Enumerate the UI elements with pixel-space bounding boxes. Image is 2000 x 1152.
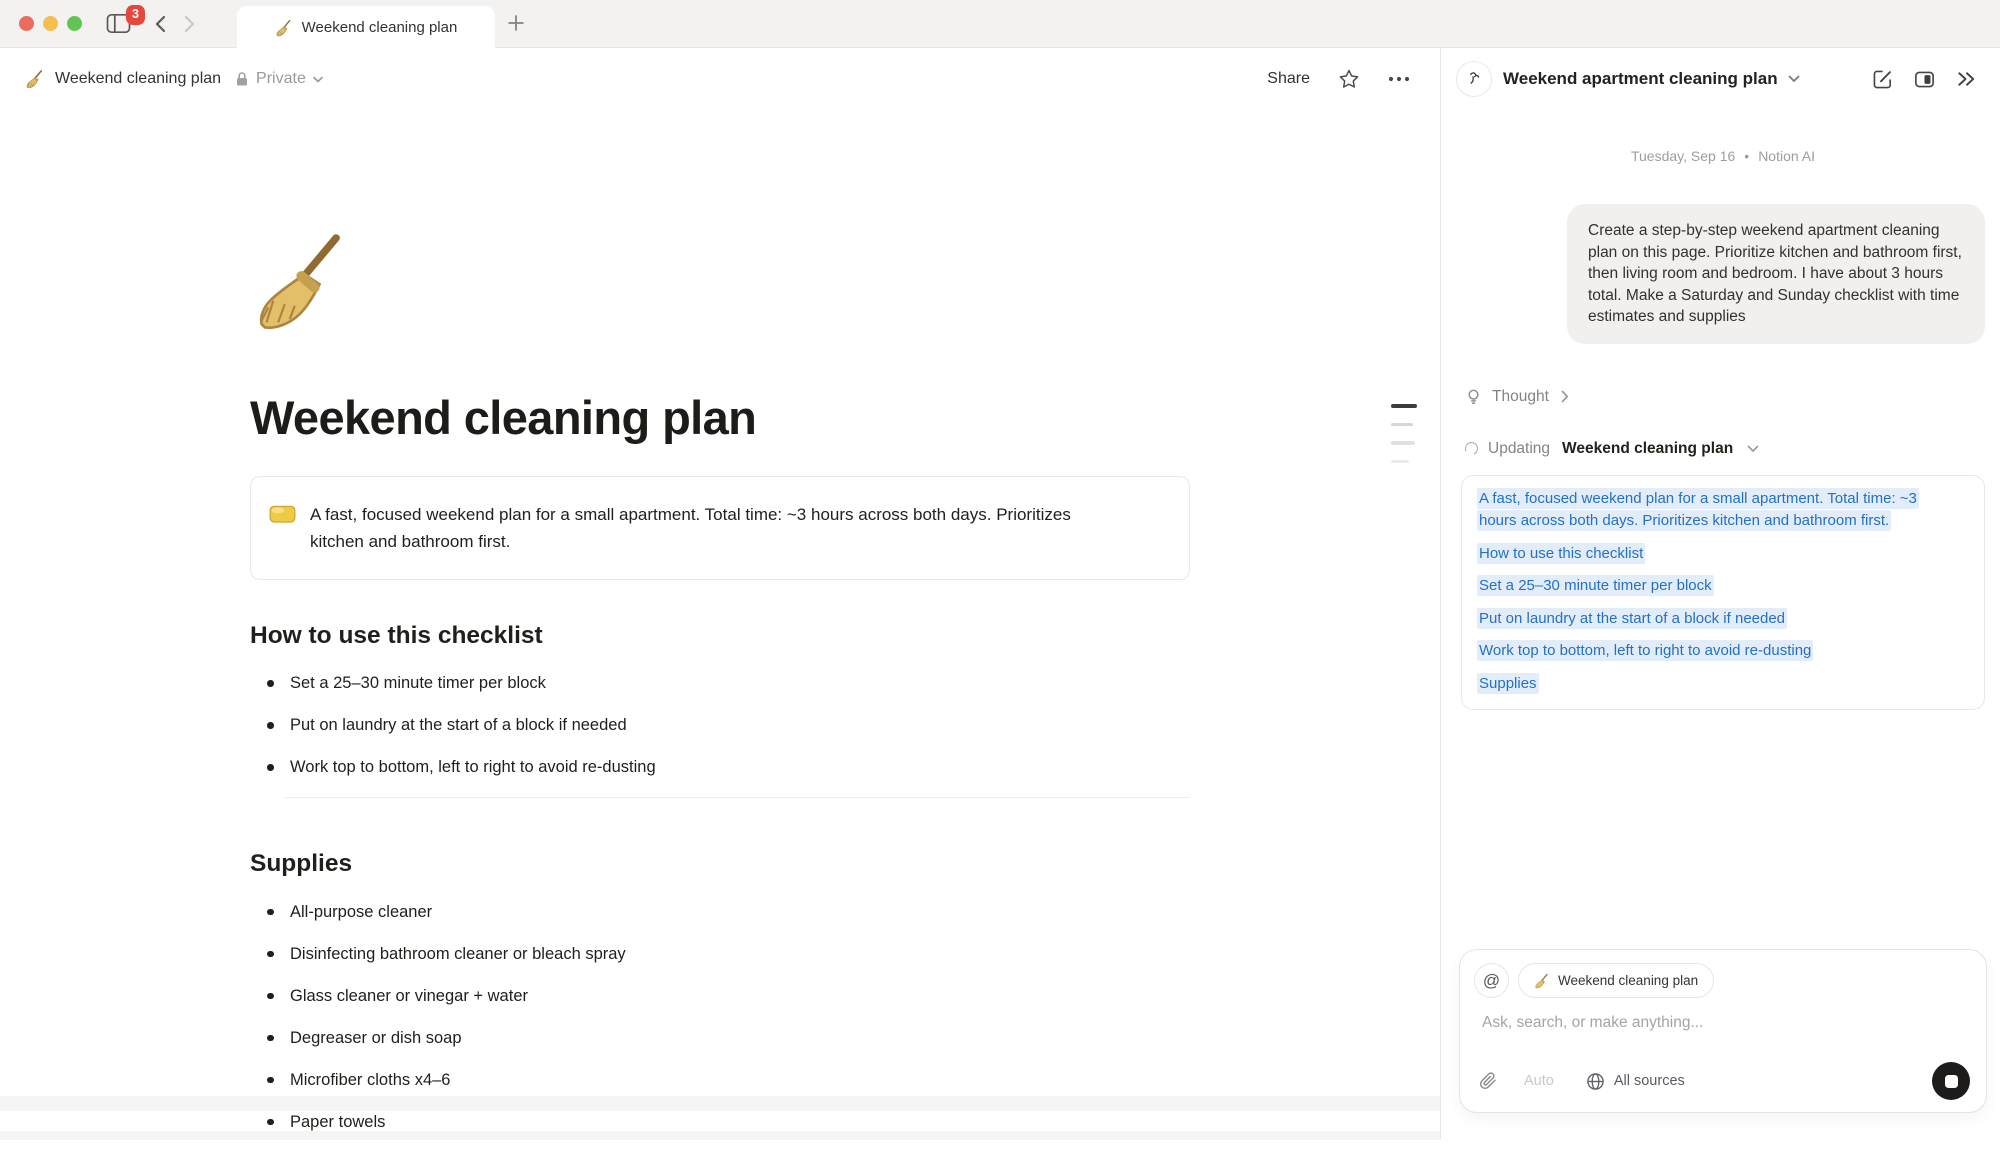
back-button[interactable] xyxy=(155,15,166,33)
globe-icon xyxy=(1586,1072,1605,1091)
supplies-list: All-purpose cleaner Disinfecting bathroo… xyxy=(250,900,1190,1135)
breadcrumb[interactable]: Weekend cleaning plan xyxy=(25,69,221,89)
close-window-button[interactable] xyxy=(19,16,34,31)
diff-line: Put on laundry at the start of a block i… xyxy=(1477,608,1953,631)
updating-status-row[interactable]: Updating Weekend cleaning plan xyxy=(1461,440,1985,458)
new-tab-button[interactable] xyxy=(506,13,526,33)
forward-button[interactable] xyxy=(184,15,195,33)
more-options-button[interactable] xyxy=(1388,76,1410,82)
main-area: Weekend cleaning plan Private Share xyxy=(0,48,1440,1139)
updating-target-page: Weekend cleaning plan xyxy=(1562,440,1733,458)
stop-icon xyxy=(1945,1075,1958,1088)
ai-panel: Weekend apartment cleaning plan Tuesday,… xyxy=(1440,48,2000,1139)
privacy-label: Private xyxy=(256,70,306,88)
spinner-icon xyxy=(1463,440,1480,457)
page-content: Weekend cleaning plan A fast, focused we… xyxy=(250,110,1190,1152)
dot-separator: • xyxy=(1744,148,1749,164)
list-item[interactable]: Work top to bottom, left to right to avo… xyxy=(250,755,1190,780)
list-item[interactable]: Paper towels xyxy=(250,1110,1190,1135)
favorite-star-button[interactable] xyxy=(1338,68,1360,90)
heading-how-to-use[interactable]: How to use this checklist xyxy=(250,620,1190,651)
chat-provider: Notion AI xyxy=(1758,148,1815,164)
page-broom-icon[interactable] xyxy=(250,228,356,334)
diff-line: Set a 25–30 minute timer per block xyxy=(1477,575,1953,598)
thought-label: Thought xyxy=(1492,388,1549,406)
model-mode-selector[interactable]: Auto xyxy=(1524,1073,1554,1089)
callout-text: A fast, focused weekend plan for a small… xyxy=(310,501,1100,555)
plus-icon xyxy=(506,13,526,33)
list-item[interactable]: Set a 25–30 minute timer per block xyxy=(250,671,1190,696)
zoom-window-button[interactable] xyxy=(67,16,82,31)
breadcrumb-title: Weekend cleaning plan xyxy=(55,70,221,88)
list-item[interactable]: Degreaser or dish soap xyxy=(250,1026,1190,1051)
lock-icon xyxy=(235,71,249,87)
new-chat-compose-button[interactable] xyxy=(1871,68,1894,91)
chat-date-row: Tuesday, Sep 16 • Notion AI xyxy=(1461,148,1985,164)
thread-chevron-down-icon[interactable] xyxy=(1788,75,1800,83)
diff-line: A fast, focused weekend plan for a small… xyxy=(1477,488,1953,533)
ai-panel-header: Weekend apartment cleaning plan xyxy=(1441,48,2000,110)
heading-supplies[interactable]: Supplies xyxy=(250,848,1190,879)
broom-icon xyxy=(275,19,293,37)
context-chip-label: Weekend cleaning plan xyxy=(1558,973,1698,988)
broom-icon xyxy=(1534,973,1550,989)
context-page-chip[interactable]: Weekend cleaning plan xyxy=(1518,963,1714,998)
list-item[interactable]: Disinfecting bathroom cleaner or bleach … xyxy=(250,942,1190,967)
diff-line: Work top to bottom, left to right to avo… xyxy=(1477,640,1953,663)
list-item[interactable]: Glass cleaner or vinegar + water xyxy=(250,984,1190,1009)
chevron-right-icon xyxy=(1561,390,1569,403)
sources-label: All sources xyxy=(1614,1073,1685,1089)
ai-edit-preview-card: A fast, focused weekend plan for a small… xyxy=(1461,475,1985,711)
notion-ai-face-icon xyxy=(1456,61,1492,97)
mention-button[interactable]: @ xyxy=(1474,963,1509,998)
thought-toggle[interactable]: Thought xyxy=(1461,388,1985,406)
chevron-right-icon xyxy=(184,15,195,33)
broom-icon xyxy=(25,69,45,89)
list-item[interactable]: All-purpose cleaner xyxy=(250,900,1190,925)
minimize-window-button[interactable] xyxy=(43,16,58,31)
panel-layout-toggle-button[interactable] xyxy=(1913,68,1936,91)
diff-line: How to use this checklist xyxy=(1477,543,1953,566)
traffic-lights xyxy=(0,16,82,31)
lightbulb-icon xyxy=(1465,388,1482,406)
sources-selector[interactable]: All sources xyxy=(1586,1072,1685,1091)
checklist-list: Set a 25–30 minute timer per block Put o… xyxy=(250,671,1190,780)
notification-badge: 3 xyxy=(126,5,145,25)
divider xyxy=(285,797,1190,798)
chevron-down-icon xyxy=(313,76,323,83)
sponge-icon xyxy=(269,502,296,524)
ai-prompt-input[interactable] xyxy=(1474,1014,1952,1032)
page-title[interactable]: Weekend cleaning plan xyxy=(250,390,1190,446)
page-header: Weekend cleaning plan Private Share xyxy=(0,48,1440,110)
list-item[interactable]: Microfiber cloths x4–6 xyxy=(250,1068,1190,1093)
attach-file-button[interactable] xyxy=(1478,1071,1498,1091)
chevron-left-icon xyxy=(155,15,166,33)
tab-label: Weekend cleaning plan xyxy=(302,19,458,36)
diff-line: Supplies xyxy=(1477,673,1953,696)
stop-generation-button[interactable] xyxy=(1932,1062,1970,1100)
outline-indicator[interactable] xyxy=(1391,404,1417,463)
ai-composer: @ Weekend cleaning plan Auto xyxy=(1459,949,1987,1113)
chevron-down-icon xyxy=(1747,445,1759,453)
titlebar: 3 Weekend cleaning plan xyxy=(0,0,2000,48)
ai-chat-area: Tuesday, Sep 16 • Notion AI Create a ste… xyxy=(1441,110,2000,1139)
tab-weekend-cleaning-plan[interactable]: Weekend cleaning plan xyxy=(237,6,495,49)
user-message-bubble: Create a step-by-step weekend apartment … xyxy=(1567,204,1985,344)
privacy-dropdown[interactable]: Private xyxy=(235,70,323,88)
list-item[interactable]: Put on laundry at the start of a block i… xyxy=(250,713,1190,738)
collapse-panel-double-chevron-icon[interactable] xyxy=(1955,68,1977,90)
notion-window: 3 Weekend cleaning plan xyxy=(0,0,2000,1139)
updating-label: Updating xyxy=(1488,440,1550,458)
share-button[interactable]: Share xyxy=(1267,70,1310,88)
summary-callout[interactable]: A fast, focused weekend plan for a small… xyxy=(250,476,1190,580)
chat-date: Tuesday, Sep 16 xyxy=(1631,148,1735,164)
ai-thread-title: Weekend apartment cleaning plan xyxy=(1503,69,1778,89)
sidebar-toggle-button[interactable]: 3 xyxy=(106,13,131,34)
